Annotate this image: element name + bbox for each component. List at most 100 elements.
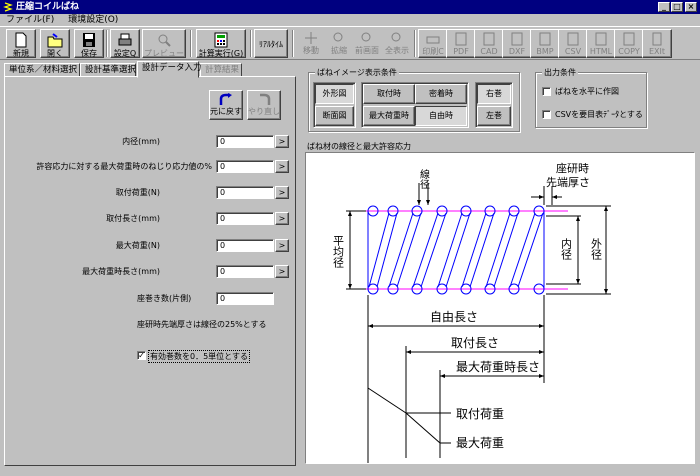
section-view-button[interactable]: 断面図 <box>315 106 354 126</box>
installed-load-button[interactable]: > <box>275 186 289 199</box>
seat-thickness-text-2: 先端厚さ <box>546 176 590 189</box>
installed-state-button[interactable]: 取付時 <box>363 84 415 104</box>
csv-spec-checkbox[interactable] <box>542 110 551 119</box>
drawing-section-label: ばね材の線径と最大許容応力 <box>307 142 411 151</box>
bmp-button[interactable]: BMP <box>530 29 560 58</box>
field-label-max-load: 最大荷重(N) <box>115 241 160 250</box>
html-button[interactable]: HTML <box>586 29 616 58</box>
dimension-arrow <box>539 324 544 328</box>
free-state-button[interactable]: 自由時 <box>415 106 467 126</box>
installed-length-button[interactable]: > <box>275 212 289 225</box>
csv-spec-label[interactable]: CSVを要目表ﾃﾞｰﾀとする <box>555 109 643 120</box>
dimension-arrow <box>576 216 580 221</box>
stress-percent-button[interactable]: > <box>275 160 289 173</box>
arrow-right-icon: > <box>278 188 286 197</box>
previous-view-button[interactable]: 前画面 <box>352 29 382 58</box>
max-load-length-text: 最大荷重時長さ <box>456 360 540 374</box>
effective-turns-checkbox[interactable]: ✓ <box>137 351 146 360</box>
save-button[interactable]: 保存 <box>74 29 104 58</box>
fit-all-icon <box>391 32 401 42</box>
csv-icon <box>567 32 579 46</box>
spring-app-icon <box>3 2 13 12</box>
copy-button[interactable]: COPY <box>614 29 644 58</box>
max-load-length-input[interactable]: 0 <box>216 265 274 278</box>
title-bar: 圧縮コイルばね _ □ × <box>0 0 700 14</box>
tab-design-standard[interactable]: 設計基準選択 <box>80 63 136 77</box>
dxf-icon <box>511 32 523 46</box>
previous-view-label: 前画面 <box>355 46 379 55</box>
inner-dia-input[interactable]: 0 <box>216 135 274 148</box>
realtime-button[interactable]: ﾘｱﾙﾀｲﾑ <box>254 29 288 58</box>
copy-icon <box>623 32 635 46</box>
print-setup-label: 設定Q <box>113 49 137 58</box>
preview-button[interactable]: プレビュー <box>142 29 186 58</box>
max-load-length-button[interactable]: > <box>275 265 289 278</box>
horizontal-spring-checkbox[interactable] <box>542 87 551 96</box>
dxf-button[interactable]: DXF <box>502 29 532 58</box>
check-mark-icon: ✓ <box>138 351 145 360</box>
tab-design-data[interactable]: 設計データ入力 <box>137 61 202 78</box>
stress-percent-input[interactable]: 0 <box>216 160 274 173</box>
zoom-button[interactable]: 拡縮 <box>324 29 354 58</box>
cad-button[interactable]: CAD <box>474 29 504 58</box>
calculator-icon <box>214 32 228 48</box>
redo-button[interactable]: やり直し <box>247 90 281 120</box>
close-button[interactable]: × <box>685 2 697 12</box>
free-length-text: 自由長さ <box>430 310 478 324</box>
minimize-button[interactable]: _ <box>658 2 670 12</box>
max-load-input[interactable]: 0 <box>216 239 274 252</box>
csv-button[interactable]: CSV <box>558 29 588 58</box>
left-hand-button[interactable]: 左巻 <box>477 106 511 126</box>
solid-state-button[interactable]: 密着時 <box>415 84 467 104</box>
dimension-arrow <box>440 374 445 378</box>
effective-turns-label[interactable]: 有効巻数を0．5単位とする <box>148 350 250 363</box>
tab-units-material[interactable]: 単位系／材料選択 <box>4 63 80 77</box>
field-label-max-load-length: 最大荷重時長さ(mm) <box>82 267 160 276</box>
arrow-right-icon: > <box>278 241 286 250</box>
field-label-installed-length: 取付長さ(mm) <box>106 214 160 223</box>
undo-button[interactable]: 元に戻す <box>209 90 243 120</box>
html-icon <box>595 32 607 46</box>
new-button[interactable]: 新規 <box>6 29 36 58</box>
max-load-state-button[interactable]: 最大荷重時 <box>363 106 415 126</box>
installed-load-input[interactable]: 0 <box>216 186 274 199</box>
pdf-button[interactable]: PDF <box>446 29 476 58</box>
right-hand-button[interactable]: 右巻 <box>477 84 511 104</box>
open-button[interactable]: 開く <box>40 29 70 58</box>
field-label-stress-percent: 許容応力に対する最大荷重時のねじり応力値の% <box>36 162 212 171</box>
print-button[interactable]: 印刷C <box>418 29 448 58</box>
horizontal-spring-label[interactable]: ばねを水平に作図 <box>555 86 619 97</box>
dxf-label: DXF <box>508 47 526 56</box>
inner-dia-button[interactable]: > <box>275 135 289 148</box>
field-label-installed-load: 取付荷重(N) <box>115 188 160 197</box>
open-folder-icon <box>47 33 63 48</box>
preview-label: プレビュー <box>144 49 184 58</box>
installed-length-input[interactable]: 0 <box>216 212 274 225</box>
cad-icon <box>483 32 495 46</box>
max-load-button[interactable]: > <box>275 239 289 252</box>
exit-button[interactable]: EXIt <box>642 29 672 58</box>
calculate-button[interactable]: 計算実行(G) <box>196 29 246 58</box>
tab-results[interactable]: 計算結果 <box>200 63 242 77</box>
maximize-button[interactable]: □ <box>671 2 683 12</box>
installed-load-text: 取付荷重 <box>456 407 504 421</box>
seat-turns-input[interactable]: 0 <box>216 292 274 305</box>
previous-view-icon <box>361 32 371 42</box>
dimension-arrow <box>426 200 430 205</box>
window-title: 圧縮コイルばね <box>16 2 80 12</box>
print-setup-button[interactable]: 設定Q <box>110 29 140 58</box>
installed-length-text: 取付長さ <box>451 336 499 350</box>
design-data-panel: 元に戻す やり直し 内径(mm) 0 > 許容応力に対する最大荷重時のねじり応力… <box>4 76 296 466</box>
save-label: 保存 <box>81 49 97 58</box>
save-disk-icon <box>83 33 95 47</box>
csv-label: CSV <box>564 47 582 56</box>
fit-all-button[interactable]: 全表示 <box>382 29 412 58</box>
fit-all-label: 全表示 <box>385 46 409 55</box>
toolbar: 新規 開く 保存 設定Q プレビュー 計算実行(G) ﾘｱﾙﾀｲﾑ 移動 拡縮 … <box>0 26 700 60</box>
image-conditions-group: ばねイメージ表示条件 外形図 断面図 取付時 密着時 最大荷重時 自由時 右巻 … <box>308 67 520 132</box>
menu-file[interactable]: ファイル(F) <box>6 15 54 25</box>
outline-view-button[interactable]: 外形図 <box>315 84 354 104</box>
new-label: 新規 <box>13 49 29 58</box>
move-button[interactable]: 移動 <box>296 29 326 58</box>
menu-settings[interactable]: 環境設定(O) <box>68 15 118 25</box>
